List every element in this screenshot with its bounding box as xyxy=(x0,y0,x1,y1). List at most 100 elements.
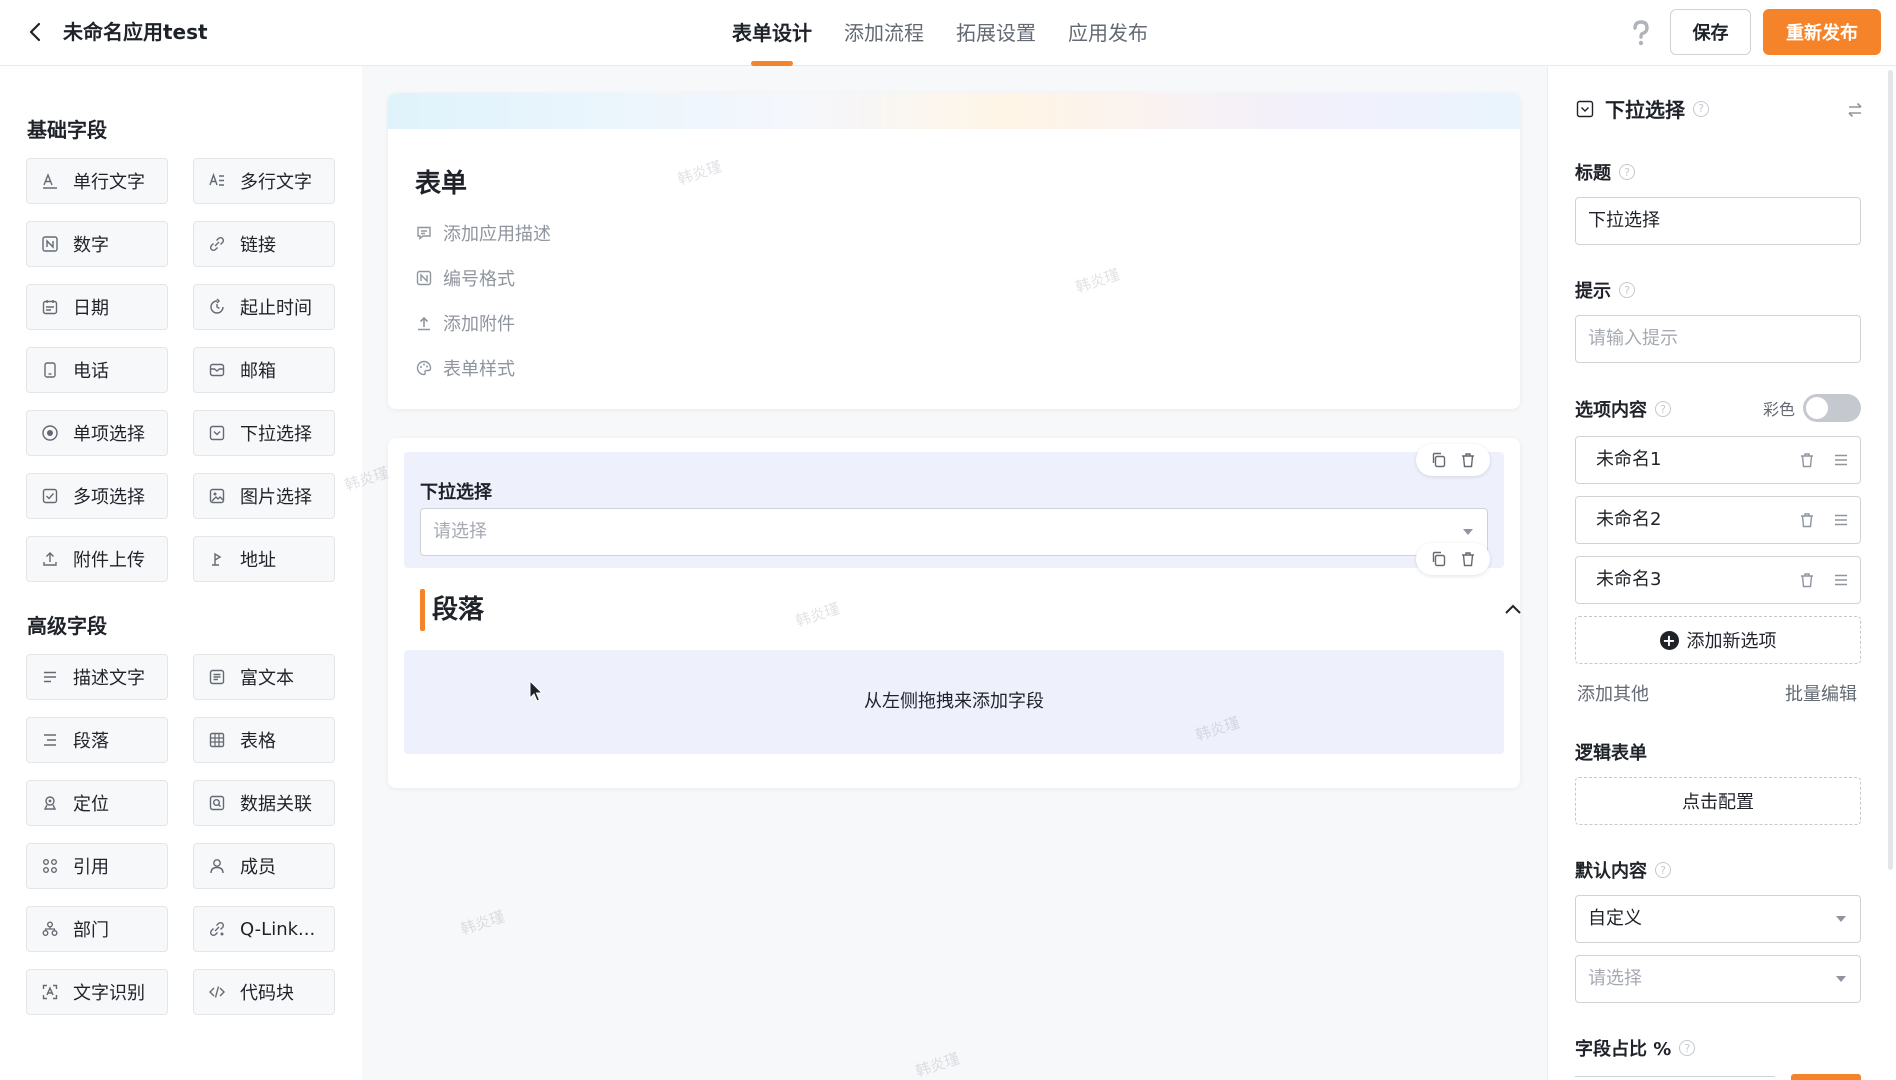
option-row[interactable]: 未命名1 xyxy=(1575,436,1861,484)
form-title[interactable]: 表单 xyxy=(415,163,467,200)
trash-icon[interactable] xyxy=(1798,571,1816,589)
field-reference[interactable]: 引用 xyxy=(26,843,168,889)
tab-form-design[interactable]: 表单设计 xyxy=(732,0,812,66)
field-locate[interactable]: 定位 xyxy=(26,780,168,826)
field-member[interactable]: 成员 xyxy=(193,843,335,889)
form-style[interactable]: 表单样式 xyxy=(415,355,515,381)
field-width-label: 字段占比 %? xyxy=(1575,1035,1696,1061)
numbering-format[interactable]: 编号格式 xyxy=(415,265,515,291)
help-circle-icon[interactable]: ? xyxy=(1693,100,1709,117)
field-multi-choice[interactable]: 多项选择 xyxy=(26,473,168,519)
advanced-fields-title: 高级字段 xyxy=(27,614,107,638)
field-code-block[interactable]: 代码块 xyxy=(193,969,335,1015)
field-palette: 基础字段 单行文字 多行文字 数字 链接 日期 起止时间 电话 邮箱 单项选择 … xyxy=(0,66,362,1080)
dropdown-field-selected[interactable]: 下拉选择 请选择 xyxy=(404,444,1504,568)
field-single-line-text[interactable]: 单行文字 xyxy=(26,158,168,204)
paragraph-accent-bar xyxy=(420,589,425,631)
paragraph-drop-zone[interactable]: 从左侧拖拽来添加字段 xyxy=(404,650,1504,754)
field-number[interactable]: 数字 xyxy=(26,221,168,267)
batch-edit-link[interactable]: 批量编辑 xyxy=(1785,680,1857,706)
width-option-active[interactable] xyxy=(1791,1074,1861,1080)
add-option-button[interactable]: + 添加新选项 xyxy=(1575,616,1861,664)
field-attachment-upload[interactable]: 附件上传 xyxy=(26,536,168,582)
back-arrow-icon[interactable] xyxy=(24,20,48,44)
ocr-icon xyxy=(41,983,59,1001)
help-circle-icon[interactable]: ? xyxy=(1655,401,1671,417)
help-circle-icon[interactable]: ? xyxy=(1619,164,1635,180)
field-data-association[interactable]: 数据关联 xyxy=(193,780,335,826)
field-address[interactable]: 地址 xyxy=(193,536,335,582)
field-link[interactable]: 链接 xyxy=(193,221,335,267)
field-time-range[interactable]: 起止时间 xyxy=(193,284,335,330)
hint-input[interactable]: 请输入提示 xyxy=(1575,315,1861,363)
field-q-link[interactable]: Q-Link... xyxy=(193,906,335,952)
field-department[interactable]: 部门 xyxy=(26,906,168,952)
republish-button[interactable]: 重新发布 xyxy=(1763,9,1881,55)
field-single-choice[interactable]: 单项选择 xyxy=(26,410,168,456)
default-content-label: 默认内容? xyxy=(1575,857,1671,883)
help-icon[interactable] xyxy=(1626,18,1656,48)
help-circle-icon[interactable]: ? xyxy=(1655,862,1671,878)
title-label: 标题? xyxy=(1575,159,1635,185)
field-description-text[interactable]: 描述文字 xyxy=(26,654,168,700)
logic-config-button[interactable]: 点击配置 xyxy=(1575,777,1861,825)
multi-line-text-icon xyxy=(208,172,226,190)
panel-scrollbar[interactable] xyxy=(1888,70,1893,870)
mail-icon xyxy=(208,361,226,379)
title-input[interactable]: 下拉选择 xyxy=(1575,197,1861,245)
drag-handle-icon[interactable] xyxy=(1832,571,1850,589)
trash-icon[interactable] xyxy=(1459,550,1477,568)
tab-app-publish[interactable]: 应用发布 xyxy=(1068,0,1148,66)
trash-icon[interactable] xyxy=(1798,511,1816,529)
trash-icon[interactable] xyxy=(1798,451,1816,469)
chevron-up-icon[interactable] xyxy=(1503,602,1523,616)
dropdown-icon xyxy=(208,424,226,442)
number-icon xyxy=(41,235,59,253)
dropdown-field-select[interactable]: 请选择 xyxy=(420,508,1488,556)
add-other-link[interactable]: 添加其他 xyxy=(1577,680,1649,706)
number-icon xyxy=(416,270,432,286)
tab-add-workflow[interactable]: 添加流程 xyxy=(844,0,924,66)
drag-handle-icon[interactable] xyxy=(1832,511,1850,529)
basic-fields-title: 基础字段 xyxy=(27,118,107,142)
color-toggle[interactable] xyxy=(1803,394,1862,422)
drag-handle-icon[interactable] xyxy=(1832,451,1850,469)
field-email[interactable]: 邮箱 xyxy=(193,347,335,393)
field-multi-line-text[interactable]: 多行文字 xyxy=(193,158,335,204)
swap-icon[interactable] xyxy=(1845,100,1865,120)
paragraph-title[interactable]: 段落 xyxy=(432,589,484,631)
option-row[interactable]: 未命名2 xyxy=(1575,496,1861,544)
field-table[interactable]: 表格 xyxy=(193,717,335,763)
field-paragraph[interactable]: 段落 xyxy=(26,717,168,763)
help-circle-icon[interactable]: ? xyxy=(1619,282,1635,298)
image-icon xyxy=(208,487,226,505)
panel-header: 下拉选择 ? xyxy=(1575,94,1709,123)
reference-icon xyxy=(41,857,59,875)
tab-extension-settings[interactable]: 拓展设置 xyxy=(956,0,1036,66)
form-header-card: 表单 添加应用描述 编号格式 添加附件 表单样式 xyxy=(388,93,1520,409)
data-link-icon xyxy=(208,794,226,812)
dropdown-field-toolbar xyxy=(1416,444,1490,476)
field-text-recognition[interactable]: 文字识别 xyxy=(26,969,168,1015)
checkbox-icon xyxy=(41,487,59,505)
copy-icon[interactable] xyxy=(1430,550,1448,568)
field-date[interactable]: 日期 xyxy=(26,284,168,330)
panel-title: 下拉选择 xyxy=(1605,98,1685,122)
default-value-select[interactable]: 请选择 xyxy=(1575,955,1861,1003)
add-attachment[interactable]: 添加附件 xyxy=(415,310,515,336)
add-app-description[interactable]: 添加应用描述 xyxy=(415,220,551,246)
dropdown-field-label: 下拉选择 xyxy=(420,482,492,503)
upload-icon xyxy=(41,550,59,568)
rich-text-icon xyxy=(208,668,226,686)
link-icon xyxy=(208,235,226,253)
field-phone[interactable]: 电话 xyxy=(26,347,168,393)
field-dropdown[interactable]: 下拉选择 xyxy=(193,410,335,456)
save-button[interactable]: 保存 xyxy=(1670,9,1751,55)
trash-icon[interactable] xyxy=(1459,451,1477,469)
field-image-choice[interactable]: 图片选择 xyxy=(193,473,335,519)
copy-icon[interactable] xyxy=(1430,451,1448,469)
option-row[interactable]: 未命名3 xyxy=(1575,556,1861,604)
field-rich-text[interactable]: 富文本 xyxy=(193,654,335,700)
help-circle-icon[interactable]: ? xyxy=(1679,1040,1696,1056)
default-mode-select[interactable]: 自定义 xyxy=(1575,895,1861,943)
